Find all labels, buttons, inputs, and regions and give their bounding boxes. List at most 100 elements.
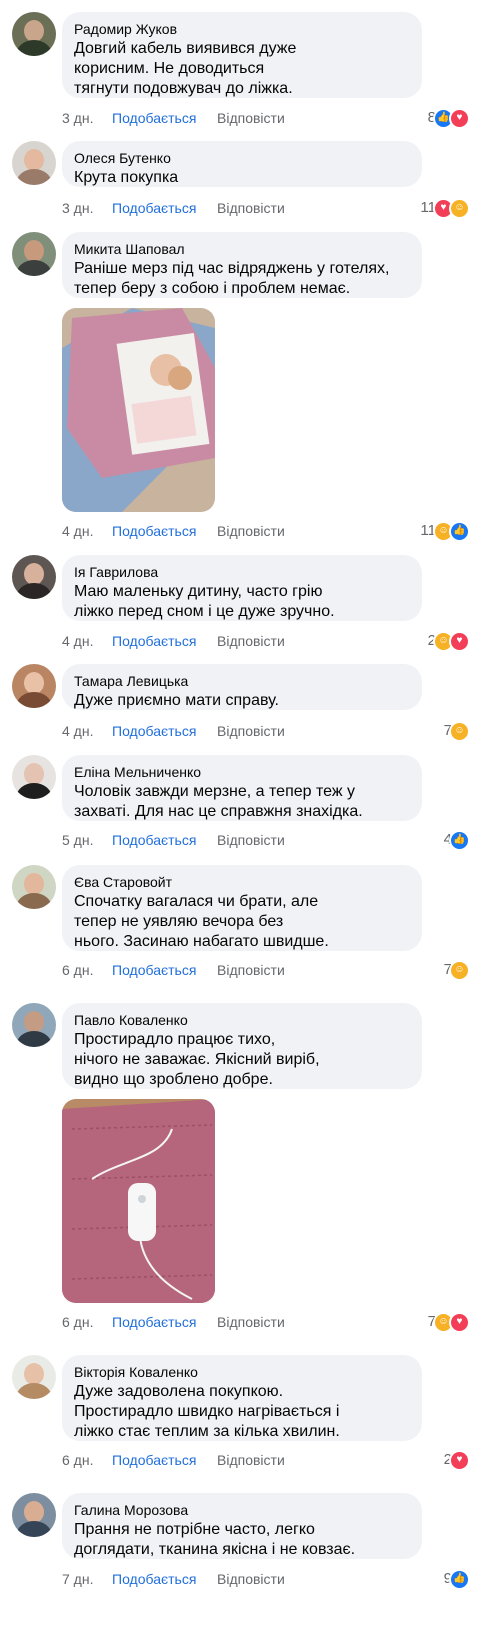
comment-author[interactable]: Єва Старовойт [74,873,410,891]
reply-button[interactable]: Відповісти [217,1312,285,1332]
comment-text: Чоловік завжди мерзне, а тепер теж у зах… [74,783,363,820]
avatar[interactable] [12,555,56,599]
reaction-summary[interactable]: 2 ♥ [444,1449,470,1471]
comment-bubble: Вікторія Коваленко Дуже задоволена покуп… [62,1355,422,1441]
love-reaction-icon: ♥ [449,107,470,129]
comment-author[interactable]: Микита Шаповал [74,240,410,258]
comment-author[interactable]: Олеся Бутенко [74,149,410,167]
care-reaction-icon: ☺ [449,720,470,742]
reaction-summary[interactable]: 4 👍 [444,829,470,851]
reaction-summary[interactable]: 2 ☺ ♥ [428,630,470,652]
comment-time[interactable]: 7 дн. [62,1569,93,1589]
reaction-summary[interactable]: 11 ♥ ☺ [420,197,470,219]
avatar[interactable] [12,865,56,909]
comment-time[interactable]: 4 дн. [62,721,93,741]
love-reaction-icon: ♥ [449,630,470,652]
comment-text: Прання не потрібне часто, легко доглядат… [74,1521,356,1558]
reaction-summary[interactable]: 11 ☺ 👍 [420,520,470,542]
reply-button[interactable]: Відповісти [217,960,285,980]
reply-button[interactable]: Відповісти [217,631,285,651]
comment-text: Раніше мерз під час відряджень у готелях… [74,260,390,297]
like-button[interactable]: Подобається [112,631,196,651]
reaction-summary[interactable]: 7 ☺ [444,959,470,981]
avatar[interactable] [12,141,56,185]
reply-button[interactable]: Відповісти [217,1569,285,1589]
comment-photo[interactable] [62,308,215,512]
comment-bubble: Еліна Мельниченко Чоловік завжди мерзне,… [62,755,422,821]
like-button[interactable]: Подобається [112,721,196,741]
comment-photo[interactable] [62,1099,215,1303]
comment-time[interactable]: 5 дн. [62,830,93,850]
comment-bubble: Галина Морозова Прання не потрібне часто… [62,1493,422,1559]
comment-bubble: Павло Коваленко Простирадло працює тихо,… [62,1003,422,1089]
like-button[interactable]: Подобається [112,830,196,850]
love-reaction-icon: ♥ [449,1311,470,1333]
comment-time[interactable]: 4 дн. [62,521,93,541]
heated-sheet-with-controller-image [62,1099,215,1303]
like-button[interactable]: Подобається [112,521,196,541]
comment-actions: 6 дн. Подобається Відповісти 7 ☺ [62,959,470,981]
comment-actions: 3 дн. Подобається Відповісти 11 ♥ ☺ [62,197,470,219]
comment-bubble: Радомир Жуков Довгий кабель виявився дуж… [62,12,422,98]
comment-text: Простирадло працює тихо, нічого не заваж… [74,1031,320,1088]
bed-sheet-package-image [62,308,215,512]
care-reaction-icon: ☺ [449,197,470,219]
comment-actions: 4 дн. Подобається Відповісти 2 ☺ ♥ [62,630,470,652]
comment-author[interactable]: Радомир Жуков [74,20,410,38]
comment-author[interactable]: Тамара Левицька [74,672,410,690]
like-button[interactable]: Подобається [112,1312,196,1332]
comment-time[interactable]: 6 дн. [62,960,93,980]
reply-button[interactable]: Відповісти [217,1450,285,1470]
comment-bubble: Микита Шаповал Раніше мерз під час відря… [62,232,422,298]
comment-text: Дуже задоволена покупкою. Простирадло шв… [74,1383,340,1440]
like-reaction-icon: 👍 [449,1568,470,1590]
comment-actions: 4 дн. Подобається Відповісти 7 ☺ [62,720,470,742]
comment-text: Крута покупка [74,169,179,186]
comment-text: Маю маленьку дитину, часто грію ліжко пе… [74,583,335,620]
comment-time[interactable]: 3 дн. [62,198,93,218]
comment-time[interactable]: 6 дн. [62,1312,93,1332]
comment-time[interactable]: 4 дн. [62,631,93,651]
reply-button[interactable]: Відповісти [217,830,285,850]
comment-author[interactable]: Вікторія Коваленко [74,1363,410,1381]
comment-actions: 5 дн. Подобається Відповісти 4 👍 [62,829,470,851]
reaction-summary[interactable]: 7 ☺ [444,720,470,742]
comment-time[interactable]: 3 дн. [62,108,93,128]
avatar[interactable] [12,232,56,276]
like-button[interactable]: Подобається [112,198,196,218]
reaction-summary[interactable]: 7 ☺ ♥ [428,1311,470,1333]
comment-bubble: Олеся Бутенко Крута покупка [62,141,422,187]
reply-button[interactable]: Відповісти [217,108,285,128]
comment-time[interactable]: 6 дн. [62,1450,93,1470]
comment-text: Дуже приємно мати справу. [74,692,279,709]
reply-button[interactable]: Відповісти [217,721,285,741]
comment-text: Довгий кабель виявився дуже корисним. Не… [74,40,297,97]
reply-button[interactable]: Відповісти [217,198,285,218]
like-button[interactable]: Подобається [112,108,196,128]
reaction-summary[interactable]: 9 👍 [444,1568,470,1590]
like-button[interactable]: Подобається [112,1569,196,1589]
comment-author[interactable]: Ія Гаврилова [74,563,410,581]
comment-author[interactable]: Галина Морозова [74,1501,410,1519]
comment-bubble: Ія Гаврилова Маю маленьку дитину, часто … [62,555,422,621]
avatar[interactable] [12,1355,56,1399]
reply-button[interactable]: Відповісти [217,521,285,541]
like-reaction-icon: 👍 [449,829,470,851]
like-button[interactable]: Подобається [112,960,196,980]
comment-bubble: Єва Старовойт Спочатку вагалася чи брати… [62,865,422,951]
comment-actions: 4 дн. Подобається Відповісти 11 ☺ 👍 [62,520,470,542]
comment-text: Спочатку вагалася чи брати, але тепер не… [74,893,329,950]
avatar[interactable] [12,12,56,56]
comment-actions: 7 дн. Подобається Відповісти 9 👍 [62,1568,470,1590]
comment-author[interactable]: Еліна Мельниченко [74,763,410,781]
avatar[interactable] [12,755,56,799]
avatar[interactable] [12,1003,56,1047]
comment-actions: 6 дн. Подобається Відповісти 7 ☺ ♥ [62,1311,470,1333]
like-button[interactable]: Подобається [112,1450,196,1470]
care-reaction-icon: ☺ [449,959,470,981]
reaction-summary[interactable]: 8 👍 ♥ [428,107,470,129]
avatar[interactable] [12,1493,56,1537]
avatar[interactable] [12,664,56,708]
comment-author[interactable]: Павло Коваленко [74,1011,410,1029]
like-reaction-icon: 👍 [449,520,470,542]
